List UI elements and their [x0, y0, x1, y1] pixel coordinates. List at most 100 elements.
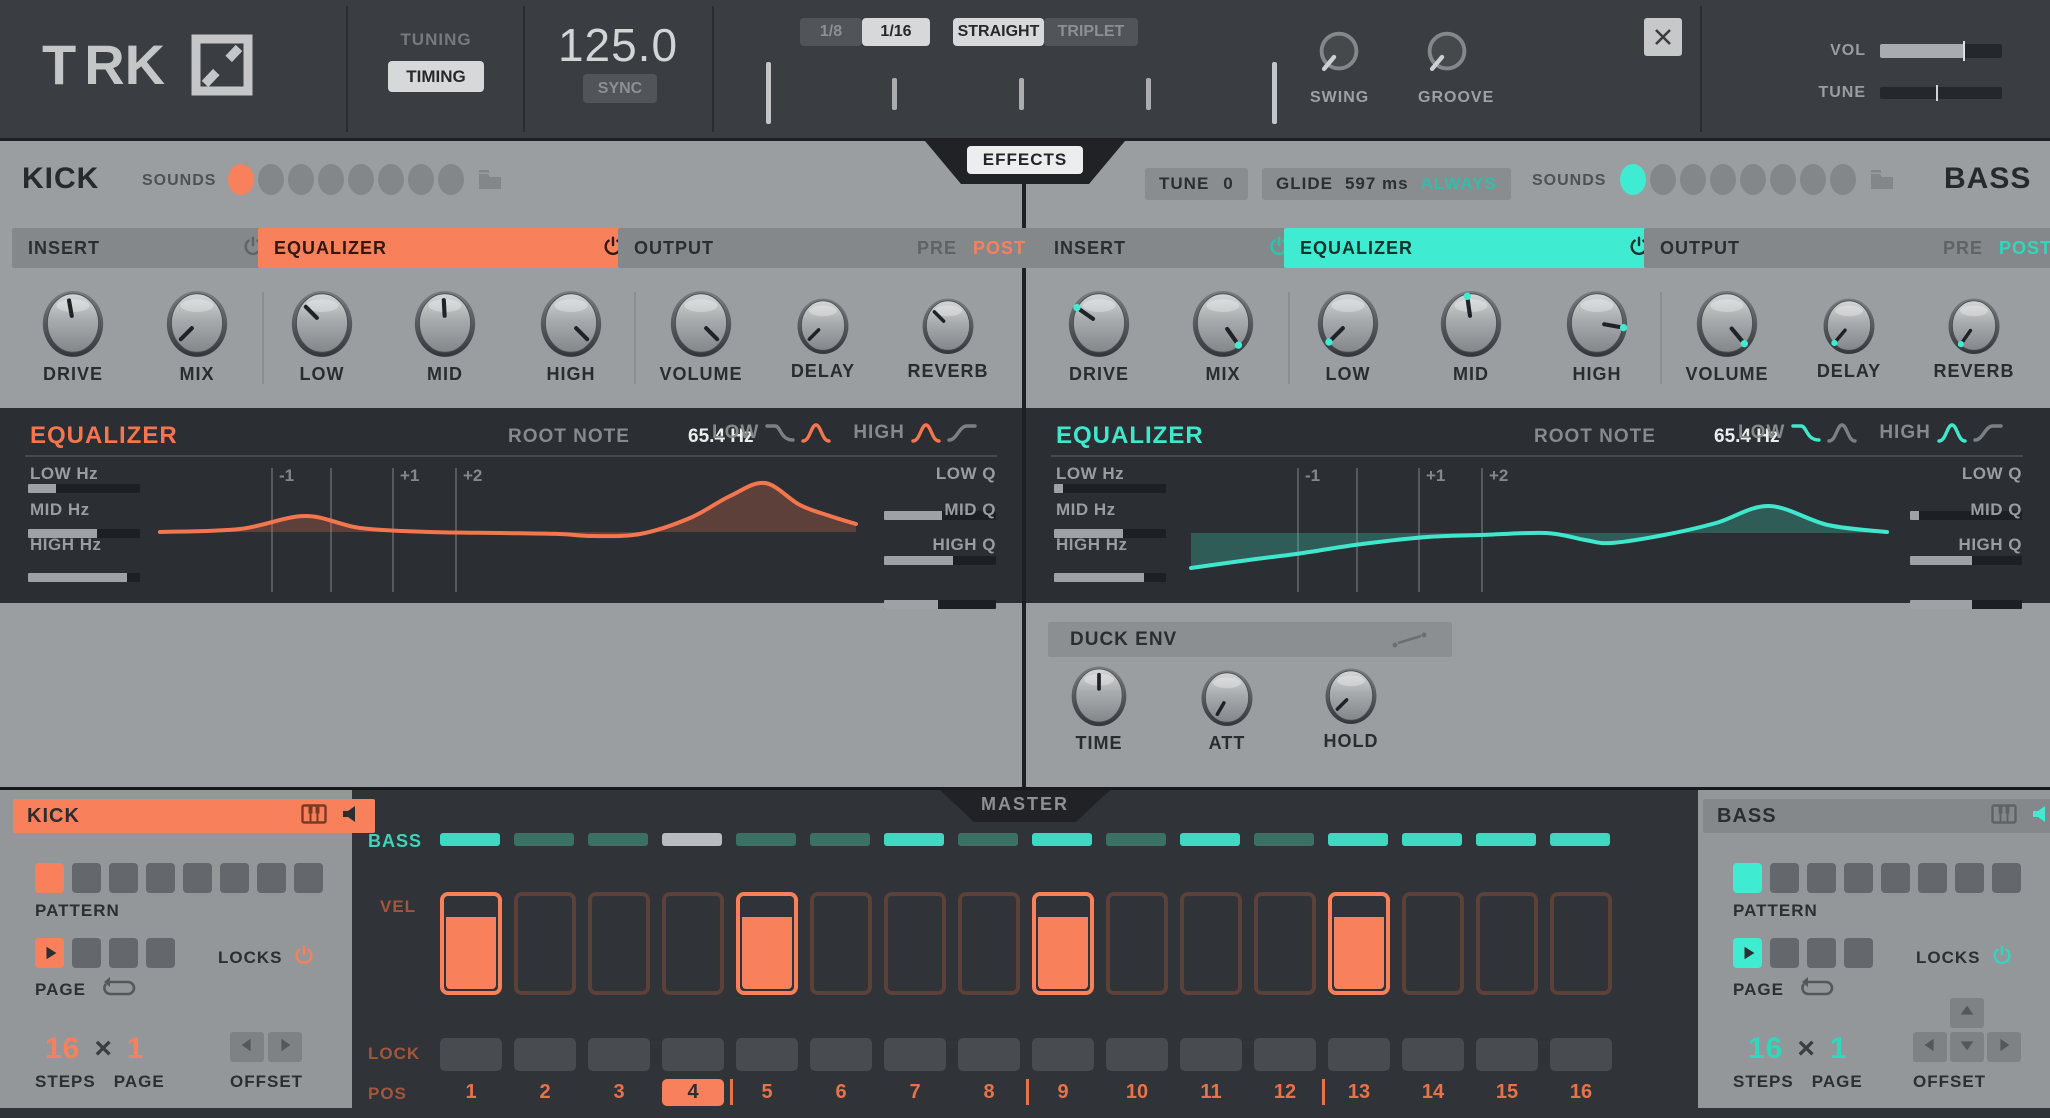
- tuning-tab[interactable]: TUNING: [382, 30, 490, 50]
- pattern-slot[interactable]: [183, 863, 212, 893]
- bass-note-pill[interactable]: [1180, 833, 1240, 846]
- lock-step-cell[interactable]: [884, 1038, 946, 1071]
- velocity-step-cell[interactable]: [1550, 892, 1612, 995]
- pattern-slot[interactable]: [1955, 863, 1984, 893]
- lock-step-cell[interactable]: [588, 1038, 650, 1071]
- straight-button[interactable]: STRAIGHT: [953, 18, 1044, 46]
- lock-step-cell[interactable]: [1328, 1038, 1390, 1071]
- tab-master[interactable]: MASTER: [981, 794, 1069, 815]
- velocity-step-cell[interactable]: [662, 892, 724, 995]
- velocity-step-cell[interactable]: [440, 892, 502, 995]
- sound-slot[interactable]: [1740, 164, 1766, 195]
- bass-note-pill[interactable]: [1254, 833, 1314, 846]
- triplet-button[interactable]: TRIPLET: [1044, 18, 1138, 46]
- kick-equalizer-bar[interactable]: EQUALIZER: [258, 228, 640, 268]
- bass-track-header[interactable]: BASS: [1703, 799, 2050, 833]
- lock-step-cell[interactable]: [1180, 1038, 1242, 1071]
- sound-slot[interactable]: [318, 164, 344, 195]
- bass-note-pill[interactable]: [514, 833, 574, 846]
- velocity-step-cell[interactable]: [736, 892, 798, 995]
- kick-insert-bar[interactable]: INSERT: [12, 228, 280, 268]
- delay-knob[interactable]: DELAY: [758, 296, 888, 382]
- lock-step-cell[interactable]: [736, 1038, 798, 1071]
- kick-output-bar[interactable]: OUTPUT PRE POST: [618, 228, 1042, 268]
- bass-note-pill[interactable]: [1402, 833, 1462, 846]
- pattern-slot[interactable]: [35, 863, 64, 893]
- tune-slider[interactable]: [1880, 87, 2002, 99]
- page-slot[interactable]: [1770, 938, 1799, 968]
- bass-note-pill[interactable]: [1328, 833, 1388, 846]
- pos-step-number[interactable]: 7: [884, 1081, 946, 1104]
- sound-slot[interactable]: [1800, 164, 1826, 195]
- bass-tune-control[interactable]: TUNE 0: [1145, 168, 1248, 200]
- tab-effects[interactable]: EFFECTS: [967, 146, 1083, 174]
- pos-step-number[interactable]: 12: [1254, 1081, 1316, 1104]
- kick-page-value[interactable]: 1: [127, 1032, 145, 1066]
- velocity-step-cell[interactable]: [810, 892, 872, 995]
- page-slot[interactable]: [1807, 938, 1836, 968]
- bass-insert-bar[interactable]: INSERT: [1038, 228, 1306, 268]
- sync-button[interactable]: SYNC: [583, 74, 657, 103]
- kick-offset-left-button[interactable]: [230, 1032, 264, 1062]
- pattern-slot[interactable]: [1844, 863, 1873, 893]
- velocity-step-cell[interactable]: [1254, 892, 1316, 995]
- velocity-step-cell[interactable]: [1106, 892, 1168, 995]
- bass-note-pill[interactable]: [884, 833, 944, 846]
- pos-step-number[interactable]: 2: [514, 1081, 576, 1104]
- bass-note-pill[interactable]: [1550, 833, 1610, 846]
- sound-slot[interactable]: [1830, 164, 1856, 195]
- sound-slot[interactable]: [258, 164, 284, 195]
- duck-time-knob[interactable]: TIME: [1034, 664, 1164, 754]
- rate-1-16-button[interactable]: 1/16: [862, 18, 930, 46]
- pos-step-number[interactable]: 8: [958, 1081, 1020, 1104]
- bass-note-pill[interactable]: [1476, 833, 1536, 846]
- page-slot[interactable]: [109, 938, 138, 968]
- bass-note-pill[interactable]: [736, 833, 796, 846]
- pos-step-number[interactable]: 16: [1550, 1081, 1612, 1104]
- lock-step-cell[interactable]: [662, 1038, 724, 1071]
- velocity-step-cell[interactable]: [1402, 892, 1464, 995]
- lock-step-cell[interactable]: [1254, 1038, 1316, 1071]
- sound-slot[interactable]: [1620, 164, 1646, 195]
- drive-knob[interactable]: DRIVE: [8, 288, 138, 385]
- kick-track-header[interactable]: KICK: [13, 799, 375, 833]
- pattern-slot[interactable]: [1992, 863, 2021, 893]
- eq-curve[interactable]: [1026, 408, 2048, 603]
- folder-icon[interactable]: [476, 167, 504, 193]
- page-slot[interactable]: [146, 938, 175, 968]
- mid-knob[interactable]: MID: [380, 288, 510, 385]
- bass-note-pill[interactable]: [810, 833, 870, 846]
- low-knob[interactable]: LOW: [257, 288, 387, 385]
- lock-step-cell[interactable]: [1476, 1038, 1538, 1071]
- pattern-slot[interactable]: [1881, 863, 1910, 893]
- lock-step-cell[interactable]: [1402, 1038, 1464, 1071]
- velocity-step-cell[interactable]: [958, 892, 1020, 995]
- volume-knob[interactable]: VOLUME: [1662, 288, 1792, 385]
- pos-step-number[interactable]: 5: [736, 1081, 798, 1104]
- pos-step-number[interactable]: 4: [662, 1079, 724, 1106]
- sound-slot[interactable]: [408, 164, 434, 195]
- lock-step-cell[interactable]: [1550, 1038, 1612, 1071]
- kick-steps-value[interactable]: 16: [45, 1032, 80, 1066]
- pos-step-number[interactable]: 13: [1328, 1081, 1390, 1104]
- pos-step-number[interactable]: 11: [1180, 1081, 1242, 1104]
- delay-knob[interactable]: DELAY: [1784, 296, 1914, 382]
- bass-steps-value[interactable]: 16: [1748, 1032, 1783, 1066]
- velocity-step-cell[interactable]: [588, 892, 650, 995]
- bass-page-value[interactable]: 1: [1830, 1032, 1848, 1066]
- sound-slot[interactable]: [348, 164, 374, 195]
- lock-step-cell[interactable]: [1032, 1038, 1094, 1071]
- kick-post-toggle[interactable]: POST: [973, 238, 1026, 258]
- mid-knob[interactable]: MID: [1406, 288, 1536, 385]
- sound-slot[interactable]: [1650, 164, 1676, 195]
- velocity-step-cell[interactable]: [514, 892, 576, 995]
- pattern-slot[interactable]: [72, 863, 101, 893]
- bass-offset-up-button[interactable]: [1950, 998, 1984, 1028]
- pos-step-number[interactable]: 6: [810, 1081, 872, 1104]
- kick-offset-right-button[interactable]: [268, 1032, 302, 1062]
- kick-locks-power-icon[interactable]: [293, 944, 315, 971]
- keyboard-icon[interactable]: [1991, 804, 2017, 829]
- pattern-slot[interactable]: [220, 863, 249, 893]
- duck-env-bar[interactable]: DUCK ENV: [1048, 622, 1452, 657]
- keyboard-icon[interactable]: [301, 804, 327, 829]
